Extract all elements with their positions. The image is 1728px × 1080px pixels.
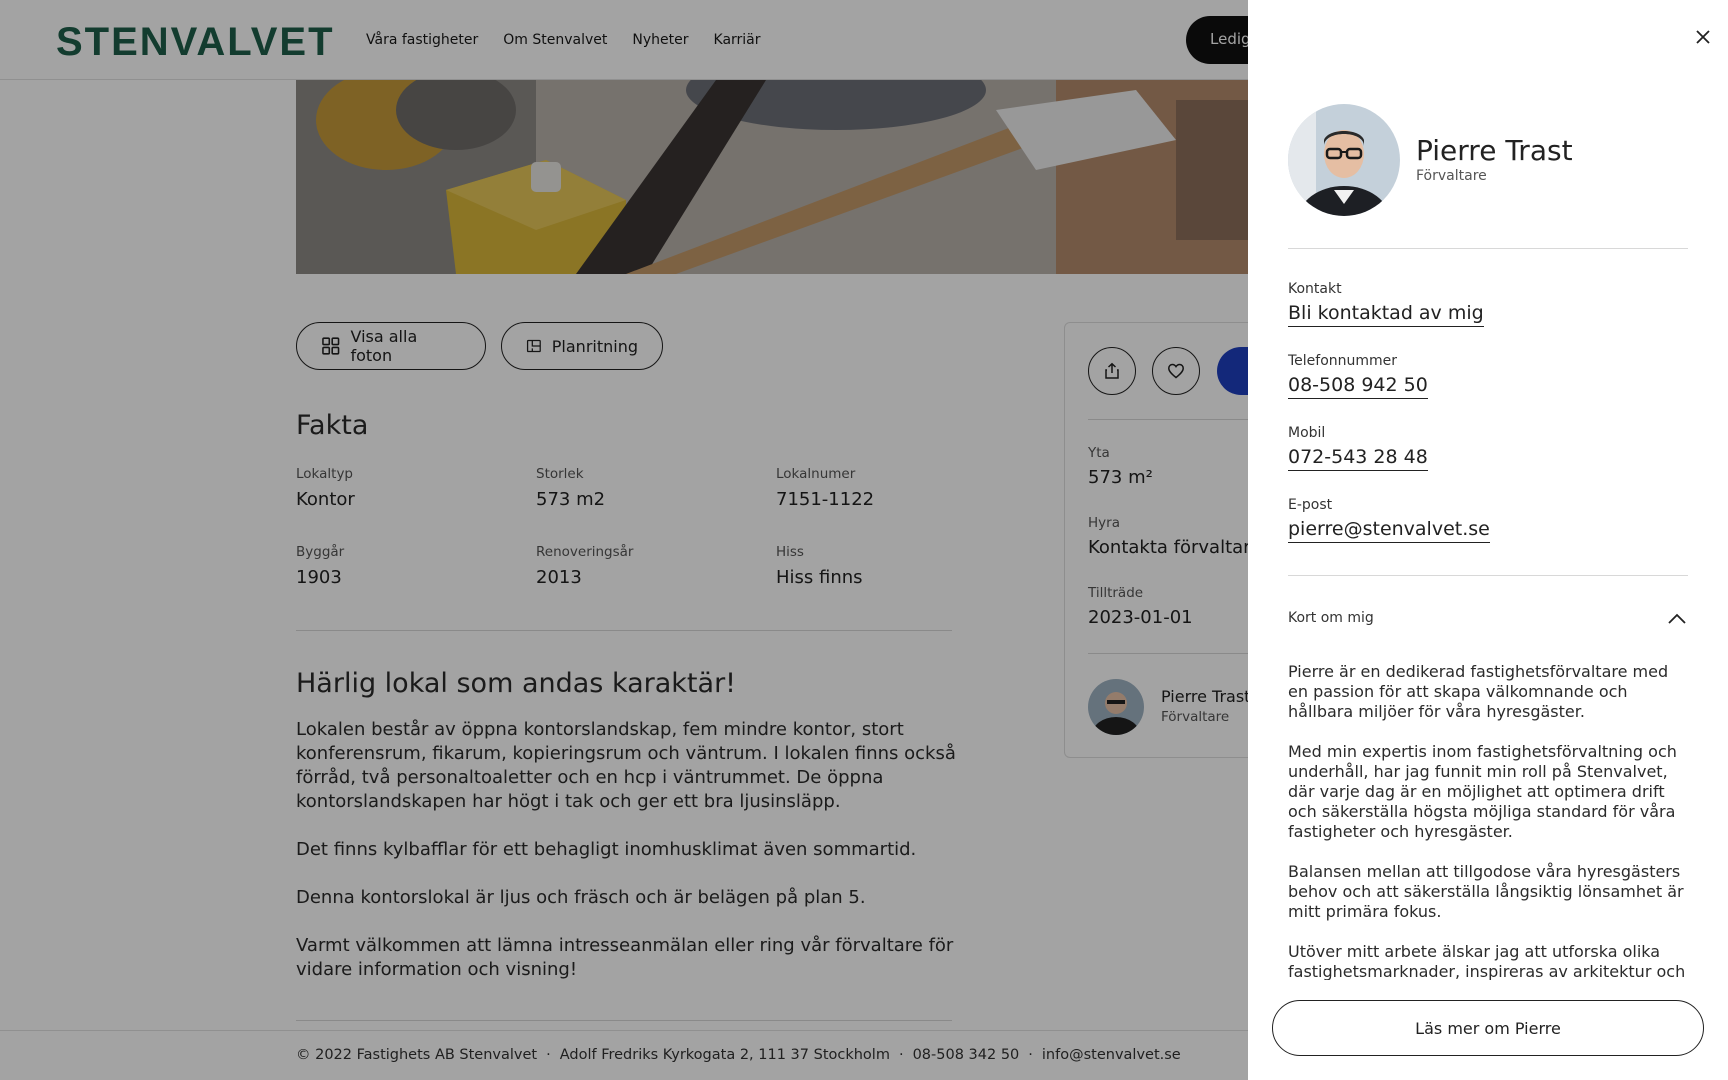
phone-label: Telefonnummer <box>1288 353 1398 369</box>
mobile-label: Mobil <box>1288 425 1326 441</box>
contact-me-link[interactable]: Bli kontaktad av mig <box>1288 302 1484 327</box>
read-more-button[interactable]: Läs mer om Pierre <box>1272 1000 1704 1056</box>
manager-photo-image <box>1288 104 1400 216</box>
manager-panel: Pierre Trast Förvaltare Kontakt Bli kont… <box>1248 0 1728 1080</box>
panel-divider <box>1288 248 1688 249</box>
close-button[interactable] <box>1690 24 1716 50</box>
contact-label: Kontakt <box>1288 281 1342 297</box>
mobile-link[interactable]: 072-543 28 48 <box>1288 446 1428 471</box>
panel-manager-role: Förvaltare <box>1416 168 1487 184</box>
about-paragraph: Balansen mellan att tillgodose våra hyre… <box>1288 862 1684 921</box>
about-paragraph: Utöver mitt arbete älskar jag att utfors… <box>1288 942 1686 980</box>
manager-photo <box>1288 104 1400 216</box>
chevron-up-icon[interactable] <box>1666 608 1688 630</box>
about-toggle[interactable]: Kort om mig <box>1288 610 1688 626</box>
panel-manager-name: Pierre Trast <box>1416 134 1573 167</box>
about-paragraph: Med min expertis inom fastighetsförvaltn… <box>1288 742 1677 841</box>
panel-divider <box>1288 575 1688 576</box>
phone-link[interactable]: 08-508 942 50 <box>1288 374 1428 399</box>
about-paragraph: Pierre är en dedikerad fastighetsförvalt… <box>1288 662 1669 721</box>
about-text: Pierre är en dedikerad fastighetsförvalt… <box>1288 662 1688 980</box>
close-icon <box>1696 30 1710 44</box>
email-label: E-post <box>1288 497 1333 513</box>
email-link[interactable]: pierre@stenvalvet.se <box>1288 518 1490 543</box>
